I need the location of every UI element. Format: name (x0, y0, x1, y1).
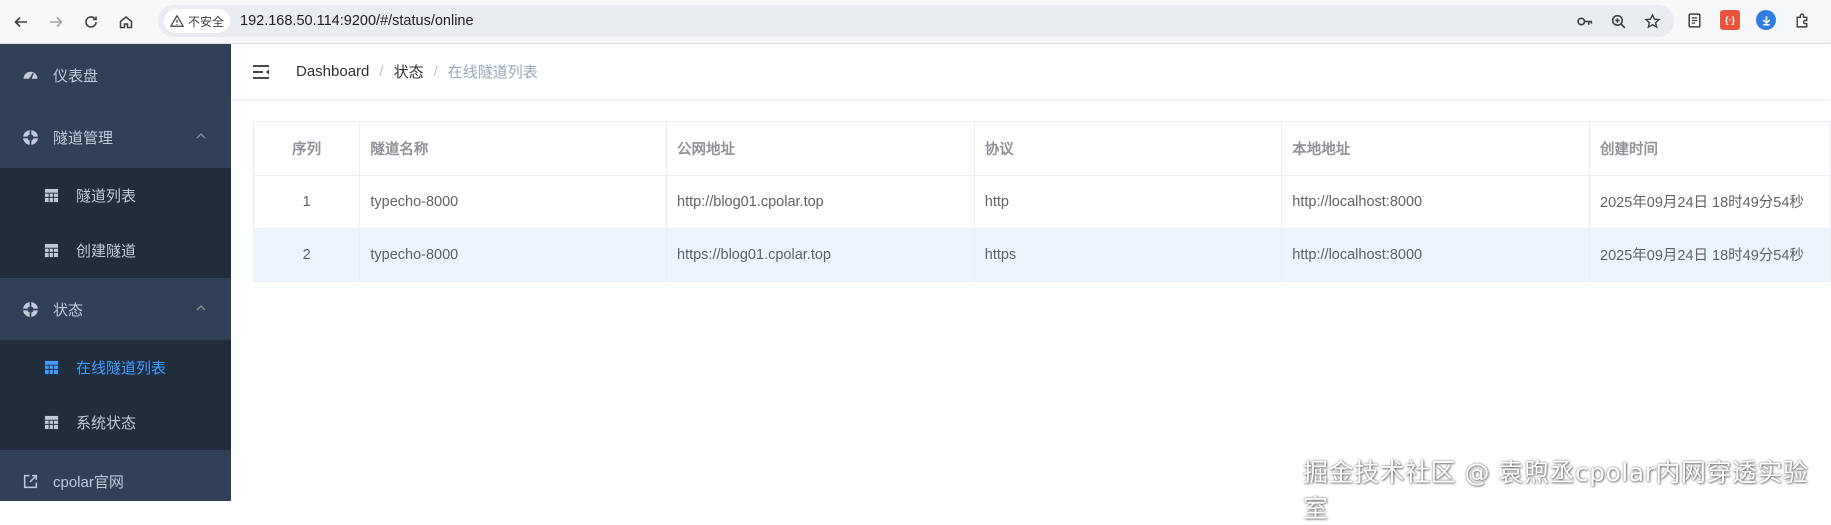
column-header-public-url: 公网地址 (666, 122, 975, 176)
sidebar-item-create-tunnel[interactable]: 创建隧道 (0, 223, 231, 278)
sidebar-item-label: 仪表盘 (53, 67, 99, 85)
extensions-puzzle-icon[interactable] (1792, 10, 1812, 30)
table-icon (44, 188, 60, 204)
breadcrumb-separator: / (433, 63, 438, 80)
back-button[interactable] (7, 8, 35, 36)
cell-index: 2 (254, 228, 361, 282)
cell-protocol: http (974, 175, 1283, 229)
warning-icon (170, 14, 184, 27)
sidebar-item-label: 在线隧道列表 (76, 360, 167, 377)
sidebar-item-tunnel-management[interactable]: 隧道管理 (0, 106, 231, 168)
table-header-row: 序列 隧道名称 公网地址 协议 本地地址 创建时间 (254, 122, 1831, 176)
sidebar-item-label: 状态 (53, 301, 84, 319)
extension-json-icon[interactable]: {·} (1720, 10, 1740, 30)
sidebar-item-tunnel-list[interactable]: 隧道列表 (0, 168, 231, 223)
reload-icon (85, 15, 97, 28)
url-text[interactable]: 192.168.50.114:9200/#/status/online (240, 13, 474, 29)
sidebar-item-system-status[interactable]: 系统状态 (0, 395, 231, 450)
sidebar-item-label: 创建隧道 (76, 243, 137, 260)
watermark: 掘金技术社区 @ 袁煦丞cpolar内网穿透实验室 (1303, 458, 1809, 523)
table-row[interactable]: 2 typecho-8000 https://blog01.cpolar.top… (254, 228, 1831, 282)
sidebar: 仪表盘 隧道管理 隧道列表 创建隧道 状态 在线隧道列表 系统状态 cpolar… (0, 44, 231, 501)
breadcrumb-dashboard[interactable]: Dashboard (296, 63, 369, 80)
sidebar-item-dashboard[interactable]: 仪表盘 (0, 44, 231, 106)
sidebar-item-status[interactable]: 状态 (0, 278, 231, 340)
cell-protocol: https (974, 228, 1283, 282)
arrow-left-icon (14, 16, 27, 27)
extension-download-icon[interactable] (1756, 10, 1776, 30)
breadcrumb-current: 在线隧道列表 (447, 64, 538, 81)
column-header-name: 隧道名称 (359, 122, 667, 176)
browser-toolbar: 不安全 192.168.50.114:9200/#/status/online … (0, 0, 1831, 44)
table-icon (44, 243, 60, 259)
external-link-icon (21, 472, 39, 490)
submenu-status: 在线隧道列表 系统状态 (0, 340, 231, 450)
cell-public-url[interactable]: http://blog01.cpolar.top (666, 175, 975, 229)
security-chip[interactable]: 不安全 (164, 9, 231, 33)
table-icon (44, 415, 60, 431)
column-header-index: 序列 (254, 122, 361, 176)
key-icon[interactable] (1574, 11, 1594, 31)
cell-local-address: http://localhost:8000 (1281, 175, 1590, 229)
table-row[interactable]: 1 typecho-8000 http://blog01.cpolar.top … (254, 175, 1831, 229)
main-content: Dashboard / 状态 / 在线隧道列表 序列 隧道名称 公网地址 协议 … (231, 44, 1831, 501)
breadcrumb-status[interactable]: 状态 (394, 61, 424, 82)
arrow-right-icon (50, 16, 63, 27)
breadcrumb-separator: / (379, 63, 384, 80)
bookmark-star-icon[interactable] (1642, 11, 1662, 31)
cell-name: typecho-8000 (359, 228, 667, 282)
dashboard-icon (21, 66, 39, 84)
sidebar-item-cpolar-site[interactable]: cpolar官网 (0, 450, 231, 512)
reading-list-icon[interactable] (1684, 10, 1704, 30)
lifebuoy-icon (21, 300, 39, 318)
sidebar-item-online-tunnels[interactable]: 在线隧道列表 (0, 340, 231, 395)
submenu-tunnel-management: 隧道列表 创建隧道 (0, 168, 231, 278)
cell-index: 1 (254, 175, 361, 229)
cell-local-address: http://localhost:8000 (1281, 228, 1590, 282)
column-header-local-address: 本地地址 (1281, 122, 1590, 176)
home-icon (119, 15, 133, 28)
reload-button[interactable] (77, 8, 105, 36)
cell-name: typecho-8000 (359, 175, 667, 229)
column-header-protocol: 协议 (974, 122, 1283, 176)
chevron-up-icon (196, 133, 206, 139)
cell-created-time: 2025年09月24日 18时49分54秒 (1589, 175, 1831, 229)
table-icon (44, 360, 60, 376)
top-navbar: Dashboard / 状态 / 在线隧道列表 (231, 44, 1831, 100)
forward-button[interactable] (42, 8, 70, 36)
lifebuoy-icon (21, 128, 39, 146)
zoom-icon[interactable] (1608, 11, 1628, 31)
sidebar-item-label: 系统状态 (76, 415, 137, 432)
sidebar-item-label: 隧道管理 (53, 129, 114, 147)
sidebar-item-label: 隧道列表 (76, 188, 137, 205)
cell-created-time: 2025年09月24日 18时49分54秒 (1589, 228, 1831, 282)
online-tunnels-table: 序列 隧道名称 公网地址 协议 本地地址 创建时间 1 typecho-8000… (253, 121, 1831, 282)
column-header-created-time: 创建时间 (1589, 122, 1831, 176)
chevron-up-icon (196, 305, 206, 311)
hamburger-icon[interactable] (251, 62, 271, 82)
breadcrumb: Dashboard / 状态 / 在线隧道列表 (296, 61, 538, 82)
address-bar[interactable]: 不安全 192.168.50.114:9200/#/status/online (158, 5, 1674, 37)
home-button[interactable] (112, 8, 140, 36)
sidebar-item-label: cpolar官网 (53, 473, 124, 491)
security-label: 不安全 (188, 14, 225, 29)
cell-public-url[interactable]: https://blog01.cpolar.top (666, 228, 975, 282)
